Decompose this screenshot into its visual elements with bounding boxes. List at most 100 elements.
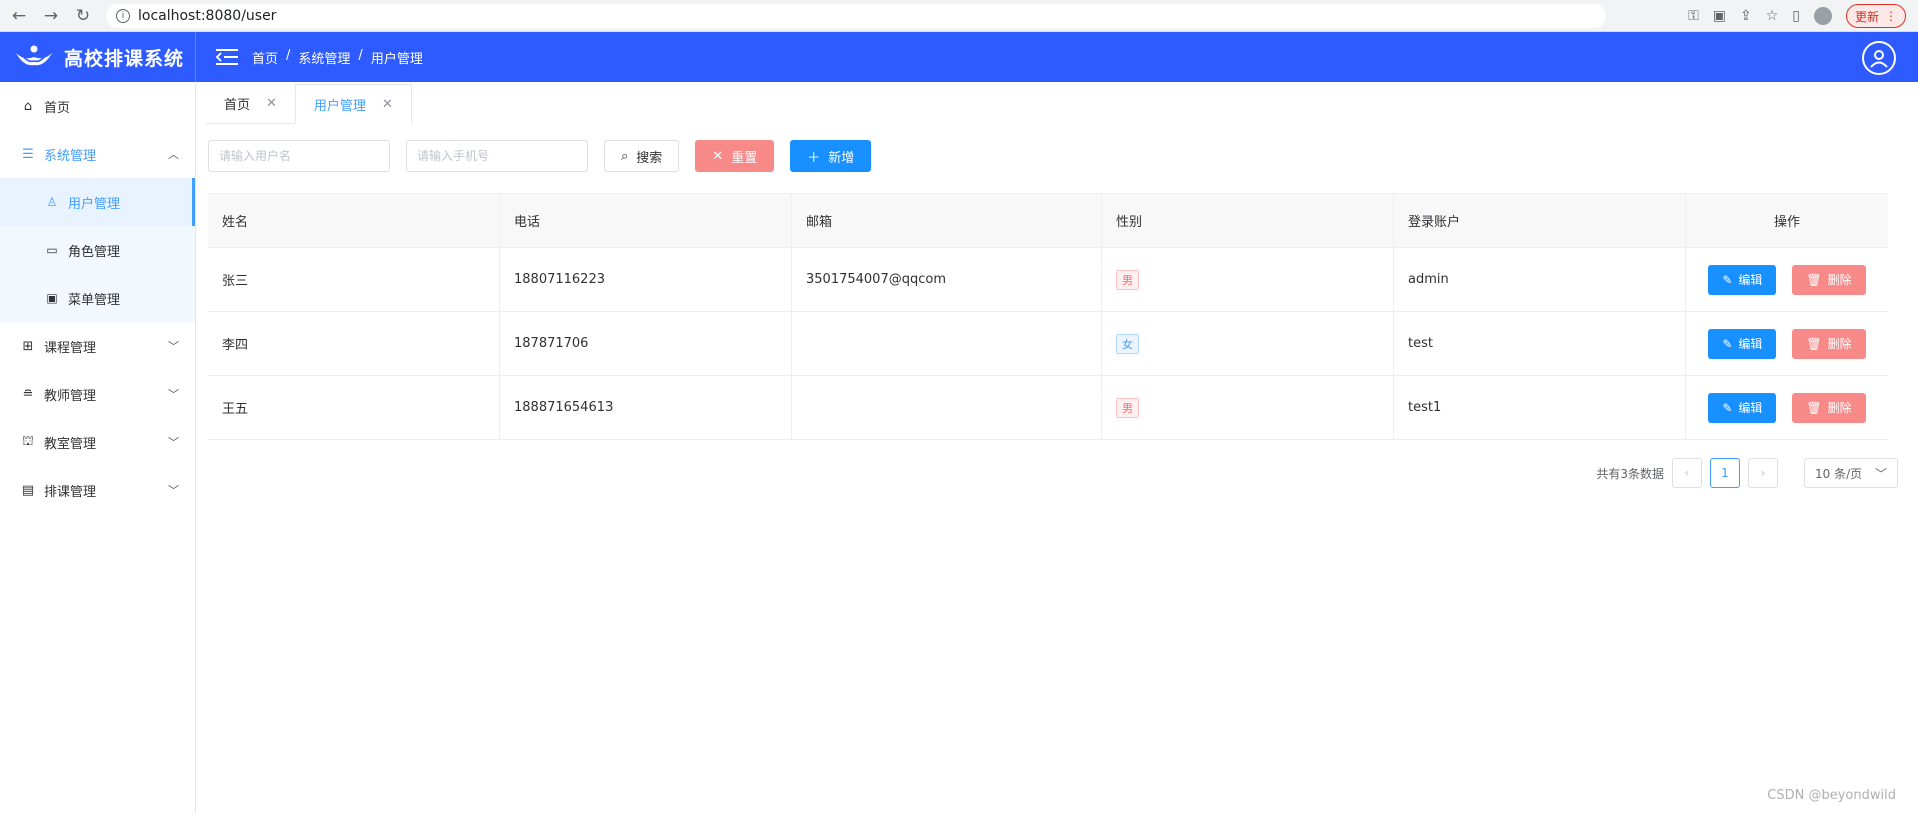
close-icon[interactable]: ✕ (266, 96, 277, 111)
cell-actions: ✎ 编辑 🗑 删除 (1686, 248, 1888, 311)
user-table: 姓名 电话 邮箱 性别 登录账户 操作 张三 18807116223 35017… (208, 193, 1888, 440)
menu-fold-icon[interactable] (216, 49, 238, 65)
breadcrumb-system[interactable]: 系统管理 (298, 48, 350, 67)
table-row: 李四 187871706 女 test ✎ 编辑 🗑 删除 (208, 312, 1888, 376)
phone-input[interactable] (406, 140, 588, 172)
sidebar-item-label: 教室管理 (44, 436, 97, 452)
star-icon[interactable]: ☆ (1766, 8, 1779, 24)
breadcrumb-home[interactable]: 首页 (252, 48, 278, 67)
header-actions: 操作 (1773, 215, 1800, 230)
sidepanel-icon[interactable]: ▯ (1792, 8, 1800, 24)
user-avatar-icon[interactable] (1862, 41, 1896, 75)
tab-label: 用户管理 (313, 98, 366, 114)
sidebar-item-roles[interactable]: ▭ 角色管理 (0, 226, 195, 274)
cell-phone: 187871706 (500, 312, 792, 375)
cell-gender: 女 (1102, 312, 1394, 375)
sidebar-item-classroom[interactable]: ⛫ 教室管理 ﹀ (0, 418, 195, 466)
trash-icon: 🗑 (1806, 272, 1822, 287)
header-email: 邮箱 (792, 194, 1102, 247)
edit-icon: ✎ (1722, 400, 1733, 415)
sidebar-item-users[interactable]: ♙ 用户管理 (0, 178, 195, 226)
sidebar-item-label: 用户管理 (68, 196, 121, 212)
sidebar-item-system[interactable]: ☰ 系统管理 ︿ (0, 130, 195, 178)
close-icon: ✕ (712, 148, 724, 164)
chevron-down-icon: ﹀ (1874, 466, 1887, 481)
tab-home[interactable]: 首页 ✕ (206, 84, 295, 124)
key-icon[interactable]: ⚿ (1688, 8, 1699, 24)
cell-account: test1 (1394, 376, 1686, 439)
chevron-down-icon: ﹀ (168, 388, 179, 401)
translate-icon[interactable]: ▣ (1713, 8, 1726, 24)
gender-tag: 男 (1116, 397, 1139, 418)
edit-button[interactable]: ✎ 编辑 (1708, 264, 1777, 295)
grid-icon: ⊞ (22, 338, 34, 354)
reload-icon[interactable]: ↻ (70, 3, 96, 29)
table-header: 姓名 电话 邮箱 性别 登录账户 操作 (208, 194, 1888, 248)
cell-gender: 男 (1102, 248, 1394, 311)
sidebar-item-menus[interactable]: ▣ 菜单管理 (0, 274, 195, 322)
forward-icon[interactable]: → (38, 3, 64, 29)
cell-phone: 18887165461З (500, 376, 792, 439)
calendar-icon: ▤ (21, 482, 35, 498)
cell-account: admin (1394, 248, 1686, 311)
edit-label: 编辑 (1738, 273, 1763, 287)
info-icon[interactable]: i (116, 8, 130, 23)
sidebar-item-teacher[interactable]: ≘ 教师管理 ﹀ (0, 370, 195, 418)
reset-button[interactable]: ✕ 重置 (695, 140, 775, 172)
sidebar-item-label: 菜单管理 (68, 292, 121, 308)
delete-button[interactable]: 🗑 删除 (1792, 392, 1866, 423)
cell-account: test (1394, 312, 1686, 375)
logo: 高校排课系统 (0, 32, 196, 82)
delete-button[interactable]: 🗑 删除 (1792, 328, 1866, 359)
tab-users[interactable]: 用户管理 ✕ (294, 84, 412, 124)
back-icon[interactable]: ← (6, 3, 32, 29)
cell-email: 3501754007@qqcom (792, 248, 1102, 311)
edit-button[interactable]: ✎ 编辑 (1708, 392, 1777, 423)
cell-name: 王五 (208, 376, 500, 439)
sidebar-item-course[interactable]: ⊞ 课程管理 ﹀ (0, 322, 195, 370)
address-bar[interactable]: i localhost:8080/user (106, 3, 1606, 28)
cell-email (792, 312, 1102, 375)
next-page-button[interactable]: › (1748, 458, 1778, 488)
home-icon: ⌂ (23, 98, 33, 114)
sidebar: ⌂ 首页 ☰ 系统管理 ︿ ♙ 用户管理 ▭ 角色管理 ▣ 菜单管理 ⊞ 课程管… (0, 82, 196, 813)
delete-label: 删除 (1827, 401, 1852, 415)
gender-tag: 男 (1116, 269, 1139, 290)
table-row: 张三 18807116223 3501754007@qqcom 男 admin … (208, 248, 1888, 312)
header-phone: 电话 (500, 194, 792, 247)
table-row: 王五 18887165461З 男 test1 ✎ 编辑 🗑 删除 (208, 376, 1888, 440)
id-card-icon: ▭ (46, 243, 58, 257)
cell-gender: 男 (1102, 376, 1394, 439)
delete-button[interactable]: 🗑 删除 (1792, 264, 1866, 295)
edit-label: 编辑 (1738, 401, 1763, 415)
page-size-select[interactable]: 10 条/页 ﹀ (1804, 458, 1898, 488)
sidebar-item-schedule[interactable]: ▤ 排课管理 ﹀ (0, 466, 195, 514)
browser-actions: ⚿ ▣ ⇪ ☆ ▯ 更新 ⋮ (1688, 4, 1906, 28)
profile-icon[interactable] (1813, 7, 1832, 25)
teacher-icon: ≘ (22, 386, 34, 402)
logo-icon (16, 45, 52, 66)
sidebar-item-label: 系统管理 (44, 148, 97, 164)
chevron-down-icon: ﹀ (168, 436, 179, 449)
chevron-down-icon: ﹀ (168, 340, 179, 353)
prev-page-button[interactable]: ‹ (1672, 458, 1702, 488)
tab-label: 首页 (224, 98, 251, 113)
page-number-button[interactable]: 1 (1710, 458, 1740, 488)
search-button[interactable]: ⌕ 搜索 (604, 140, 680, 172)
update-button[interactable]: 更新 ⋮ (1845, 4, 1906, 28)
app-header: 高校排课系统 首页 / 系统管理 / 用户管理 (0, 32, 1918, 82)
watermark: CSDN @beyondwild (1767, 788, 1896, 803)
search-button-label: 搜索 (636, 150, 663, 166)
user-icon (1870, 50, 1888, 68)
breadcrumb-sep: / (358, 47, 363, 63)
sidebar-item-label: 排课管理 (44, 484, 97, 500)
sidebar-item-label: 角色管理 (68, 244, 121, 260)
sidebar-item-home[interactable]: ⌂ 首页 (0, 82, 195, 130)
username-input[interactable] (208, 140, 390, 172)
share-icon[interactable]: ⇪ (1740, 8, 1752, 24)
add-button[interactable]: ＋ 新增 (790, 140, 872, 172)
add-button-label: 新增 (828, 150, 855, 166)
close-icon[interactable]: ✕ (382, 97, 393, 112)
edit-button[interactable]: ✎ 编辑 (1708, 328, 1777, 359)
cell-name: 张三 (208, 248, 500, 311)
